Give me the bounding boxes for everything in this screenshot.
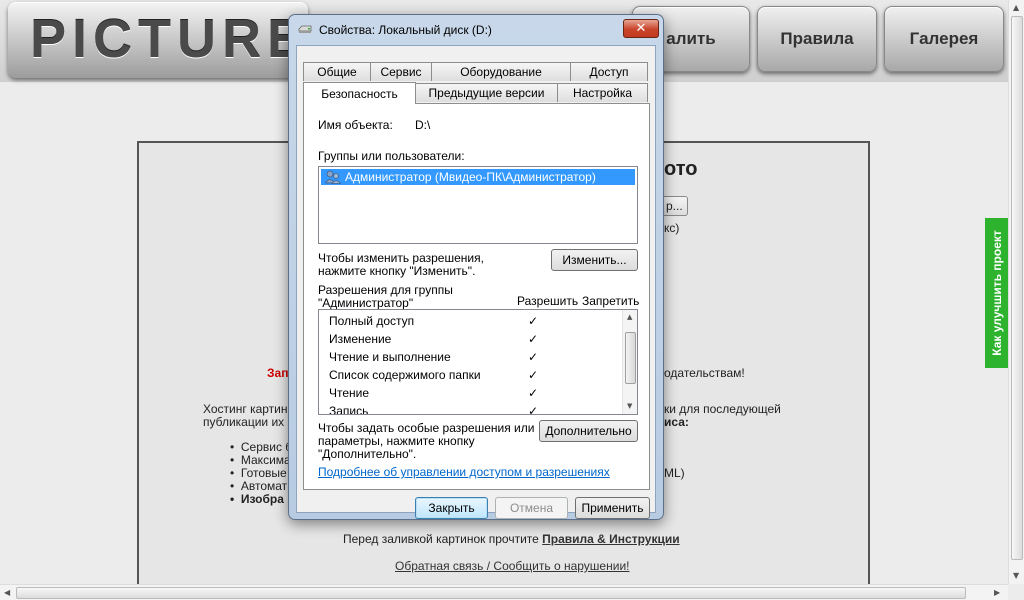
change-hint-line2: нажмите кнопку "Изменить". bbox=[318, 264, 476, 278]
cancel-button[interactable]: Отмена bbox=[495, 497, 568, 519]
bullet-item: • Изобра bbox=[230, 492, 284, 506]
permission-name: Запись bbox=[329, 404, 369, 415]
scroll-right-icon[interactable]: ▶ bbox=[994, 588, 1000, 597]
change-hint-line1: Чтобы изменить разрешения, bbox=[318, 251, 484, 265]
tab-customize[interactable]: Настройка bbox=[557, 83, 648, 102]
permissions-scrollbar[interactable]: ▲ ▼ bbox=[622, 310, 637, 414]
permission-row: Изменение ✓ bbox=[319, 330, 622, 348]
before-upload-text: Перед заливкой картинок прочтите Правила… bbox=[343, 532, 680, 546]
page-headline: ото bbox=[664, 158, 698, 180]
permission-row: Чтение и выполнение ✓ bbox=[319, 348, 622, 366]
close-button[interactable]: ✕ bbox=[623, 19, 659, 38]
feedback-link[interactable]: Обратная связь / Сообщить о нарушении! bbox=[395, 559, 629, 573]
permissions-list[interactable]: Полный доступ ✓ Изменение ✓ Чтение и вып… bbox=[318, 309, 638, 415]
special-hint-line1: Чтобы задать особые разрешения или bbox=[318, 421, 535, 435]
list-item[interactable]: Администратор (Мвидео-ПК\Администратор) bbox=[321, 169, 635, 185]
security-panel: Имя объекта: D:\ Группы или пользователи… bbox=[303, 103, 650, 490]
perms-label-line1: Разрешения для группы bbox=[318, 283, 453, 297]
hosting-line2-end: иса: bbox=[664, 415, 689, 429]
allow-check-icon: ✓ bbox=[528, 386, 539, 400]
apply-button[interactable]: Применить bbox=[575, 497, 650, 519]
special-hint-line2: параметры, нажмите кнопку bbox=[318, 434, 475, 448]
scroll-up-icon[interactable]: ▲ bbox=[627, 313, 632, 321]
allow-check-icon: ✓ bbox=[528, 332, 539, 346]
tab-general[interactable]: Общие bbox=[303, 62, 371, 81]
perms-label-line2: "Администратор" bbox=[318, 296, 414, 310]
before-upload-label: Перед заливкой картинок прочтите bbox=[343, 532, 539, 546]
close-dialog-button[interactable]: Закрыть bbox=[415, 497, 488, 519]
access-help-link[interactable]: Подробнее об управлении доступом и разре… bbox=[318, 465, 610, 479]
browse-button[interactable]: р... bbox=[662, 196, 688, 216]
allow-check-icon: ✓ bbox=[528, 350, 539, 364]
properties-dialog: Свойства: Локальный диск (D:) ✕ Общие Се… bbox=[288, 14, 664, 520]
page-horizontal-scrollbar[interactable]: ◀ ▶ bbox=[0, 584, 1008, 600]
html-note: ML) bbox=[664, 466, 685, 480]
bullet-text: Максима bbox=[240, 453, 291, 467]
tab-previous-versions[interactable]: Предыдущие версии bbox=[415, 83, 558, 102]
users-listbox[interactable]: Администратор (Мвидео-ПК\Администратор) bbox=[318, 166, 638, 244]
warning-end: одательствам! bbox=[664, 366, 745, 380]
tab-service[interactable]: Сервис bbox=[370, 62, 432, 81]
permission-name: Список содержимого папки bbox=[329, 368, 481, 382]
permission-name: Изменение bbox=[329, 332, 392, 346]
tab-hardware[interactable]: Оборудование bbox=[431, 62, 571, 81]
allow-header: Разрешить bbox=[517, 294, 579, 308]
allow-check-icon: ✓ bbox=[528, 368, 539, 382]
hosting-line1-end: ки для последующей bbox=[664, 402, 781, 416]
permission-name: Чтение bbox=[329, 386, 370, 400]
advanced-button[interactable]: Дополнительно bbox=[539, 420, 638, 442]
site-logo[interactable]: PICTURE bbox=[8, 2, 308, 78]
size-note: кс) bbox=[664, 221, 680, 235]
bullet-text: Автомат bbox=[240, 479, 288, 493]
users-icon bbox=[325, 170, 341, 184]
rules-link[interactable]: Правила & Инструкции bbox=[542, 532, 679, 546]
bullet-item: • Максима bbox=[230, 453, 291, 467]
bullet-text: Изобра bbox=[240, 492, 284, 506]
page-vertical-scroll-thumb[interactable] bbox=[1011, 16, 1023, 560]
scroll-left-icon[interactable]: ◀ bbox=[4, 588, 10, 597]
object-name-value: D:\ bbox=[415, 118, 431, 132]
change-button[interactable]: Изменить... bbox=[551, 249, 638, 271]
permission-row: Чтение ✓ bbox=[319, 384, 622, 402]
bullet-text: Готовые bbox=[240, 466, 287, 480]
dialog-title: Свойства: Локальный диск (D:) bbox=[319, 23, 492, 37]
drive-icon bbox=[298, 25, 312, 33]
tab-security[interactable]: Безопасность bbox=[303, 82, 416, 104]
dialog-client-area: Общие Сервис Оборудование Доступ Безопас… bbox=[296, 45, 656, 519]
permission-row: Полный доступ ✓ bbox=[319, 312, 622, 330]
permission-row: Список содержимого папки ✓ bbox=[319, 366, 622, 384]
nav-rules-button[interactable]: Правила bbox=[757, 6, 877, 72]
special-hint-line3: "Дополнительно". bbox=[318, 447, 417, 461]
permissions-scroll-thumb[interactable] bbox=[625, 332, 636, 384]
tab-sharing[interactable]: Доступ bbox=[570, 62, 648, 81]
scroll-down-icon[interactable]: ▼ bbox=[627, 402, 632, 410]
bullet-item: • Сервис б bbox=[230, 440, 293, 454]
groups-label: Группы или пользователи: bbox=[318, 149, 465, 163]
dialog-title-bar[interactable]: Свойства: Локальный диск (D:) ✕ bbox=[289, 15, 663, 45]
hosting-line1-start: Хостинг картин bbox=[203, 402, 288, 416]
object-name-label: Имя объекта: bbox=[318, 118, 393, 132]
permission-row: Запись ✓ bbox=[319, 402, 622, 415]
warning-start: Зап bbox=[267, 366, 289, 380]
permission-name: Полный доступ bbox=[329, 314, 415, 328]
improve-project-tab[interactable]: Как улучшить проект bbox=[985, 218, 1008, 368]
bullet-item: • Автомат bbox=[230, 479, 288, 493]
page-horizontal-scroll-thumb[interactable] bbox=[16, 587, 966, 599]
deny-header: Запретить bbox=[582, 294, 640, 308]
scroll-up-icon[interactable]: ▲ bbox=[1013, 3, 1019, 12]
allow-check-icon: ✓ bbox=[528, 314, 539, 328]
site-logo-text: PICTURE bbox=[30, 9, 308, 69]
hosting-line2-start: публикации их н bbox=[203, 415, 295, 429]
bullet-text: Сервис б bbox=[240, 440, 293, 454]
scroll-down-icon[interactable]: ▼ bbox=[1013, 571, 1019, 580]
close-icon: ✕ bbox=[635, 21, 647, 36]
allow-check-icon: ✓ bbox=[528, 404, 539, 415]
permission-name: Чтение и выполнение bbox=[329, 350, 451, 364]
page-vertical-scrollbar[interactable]: ▲ ▼ bbox=[1008, 0, 1024, 584]
user-name: Администратор (Мвидео-ПК\Администратор) bbox=[345, 170, 596, 184]
improve-project-label: Как улучшить проект bbox=[989, 230, 1004, 356]
nav-gallery-button[interactable]: Галерея bbox=[884, 6, 1004, 72]
bullet-item: • Готовые bbox=[230, 466, 287, 480]
